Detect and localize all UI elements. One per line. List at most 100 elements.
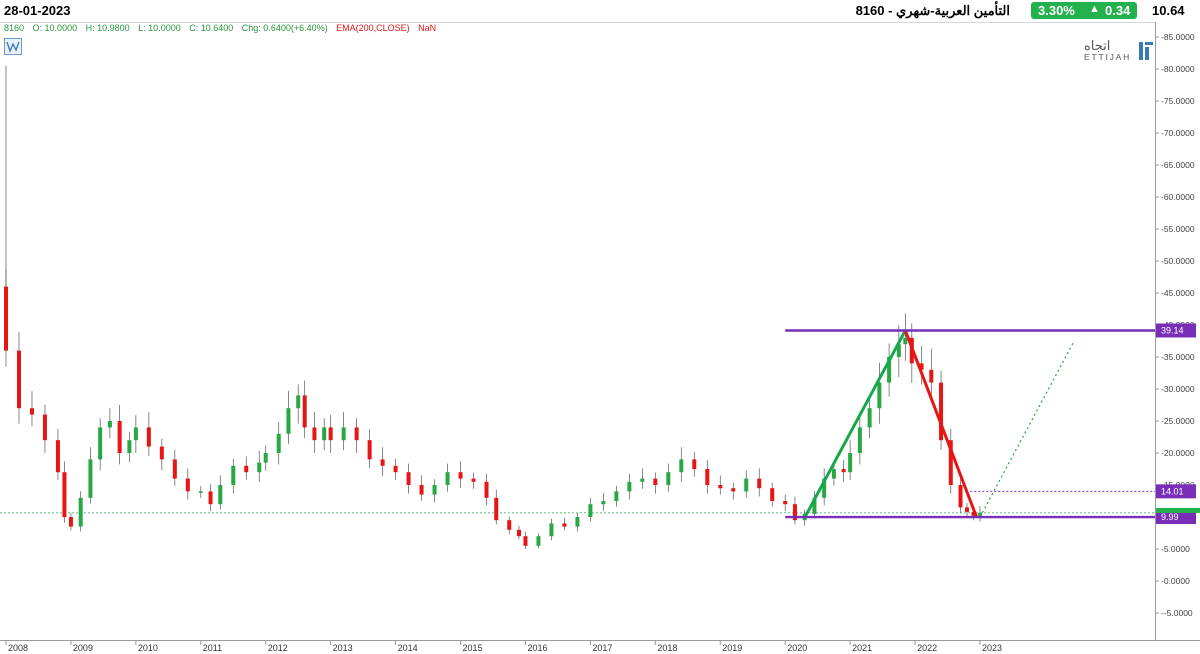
candle-body: [98, 427, 103, 460]
candle-body: [770, 488, 775, 501]
y-tick-label: -45.0000: [1161, 288, 1195, 298]
y-tick-label: -60.0000: [1161, 192, 1195, 202]
y-tick-label: -70.0000: [1161, 128, 1195, 138]
candle-body: [867, 408, 872, 428]
y-tick-label: --5.0000: [1161, 608, 1193, 618]
candle-body: [380, 459, 385, 466]
candle-body: [744, 478, 749, 492]
candle-body: [445, 472, 450, 485]
x-tick-label: 2008: [8, 643, 28, 653]
candle-body: [198, 491, 203, 493]
candle-body: [783, 501, 788, 505]
candle-body: [133, 427, 138, 441]
candle-body: [841, 469, 846, 473]
candle-body: [640, 478, 645, 482]
candle-body: [406, 472, 411, 485]
candle-body: [705, 469, 710, 485]
x-tick-label: 2013: [333, 643, 353, 653]
candle-body: [208, 491, 213, 505]
candle-body: [536, 536, 541, 546]
y-tick-label: -20.0000: [1161, 448, 1195, 458]
candle-body: [484, 481, 489, 498]
candle-body: [692, 459, 697, 469]
candle-body: [877, 382, 882, 409]
candle-body: [218, 485, 223, 505]
candle-body: [666, 472, 671, 485]
x-tick-label: 2019: [722, 643, 742, 653]
candle-body: [523, 536, 528, 546]
x-tick-label: 2014: [398, 643, 418, 653]
y-tick-label: -55.0000: [1161, 224, 1195, 234]
candle-body: [516, 529, 521, 537]
trend-line: [903, 329, 979, 519]
candle-body: [432, 485, 437, 495]
candle-body: [857, 427, 862, 453]
candle-body: [302, 395, 307, 428]
x-tick-label: 2009: [73, 643, 93, 653]
y-tick-label: -65.0000: [1161, 160, 1195, 170]
candle-body: [296, 395, 301, 409]
candle-body: [458, 472, 463, 479]
candle-body: [588, 504, 593, 517]
trend-line: [979, 340, 1075, 518]
candle-body: [127, 440, 132, 453]
candle-body: [62, 472, 67, 517]
candle-body: [757, 478, 762, 489]
candle-body: [117, 421, 122, 453]
candle-body: [471, 478, 476, 482]
candle-body: [965, 507, 970, 512]
candle-body: [494, 497, 499, 521]
x-tick-label: 2018: [657, 643, 677, 653]
candle-body: [16, 350, 21, 409]
y-tick-label: -25.0000: [1161, 416, 1195, 426]
candle-body: [549, 523, 554, 537]
candle-body: [731, 488, 736, 492]
candle-body: [601, 501, 606, 505]
candle-body: [172, 459, 177, 479]
x-tick-label: 2010: [138, 643, 158, 653]
price-chart[interactable]: --5.0000-0.0000-5.0000-10.0000-15.0000-2…: [0, 0, 1200, 654]
y-tick-label: -35.0000: [1161, 352, 1195, 362]
candle-body: [614, 491, 619, 501]
x-tick-label: 2012: [268, 643, 288, 653]
candle-body: [354, 427, 359, 441]
candle-body: [575, 517, 580, 527]
trend-line: [803, 329, 907, 519]
level-label: 9.99: [1161, 512, 1179, 522]
candle-body: [29, 408, 34, 415]
current-price-marker: [1156, 507, 1200, 513]
candle-body: [312, 427, 317, 441]
candle-body: [903, 337, 908, 345]
x-tick-label: 2022: [917, 643, 937, 653]
candle-body: [78, 497, 83, 527]
level-label: 14.01: [1161, 486, 1184, 496]
candle-body: [929, 369, 934, 383]
candle-body: [848, 453, 853, 473]
candle-body: [562, 523, 567, 527]
x-tick-label: 2015: [463, 643, 483, 653]
candle-body: [146, 427, 151, 447]
candle-body: [55, 440, 60, 473]
candle-body: [341, 427, 346, 441]
candle-body: [88, 459, 93, 498]
candle-body: [231, 465, 236, 485]
y-tick-label: -30.0000: [1161, 384, 1195, 394]
candle-body: [958, 485, 963, 508]
y-tick-label: -85.0000: [1161, 32, 1195, 42]
x-tick-label: 2020: [787, 643, 807, 653]
candle-body: [978, 512, 982, 516]
candle-body: [185, 478, 190, 492]
x-tick-label: 2021: [852, 643, 872, 653]
candle-body: [367, 440, 372, 460]
candle-body: [322, 427, 327, 441]
y-tick-label: -0.0000: [1161, 576, 1190, 586]
candle-body: [653, 478, 658, 485]
candle-body: [159, 446, 164, 460]
y-axis-panel: [1155, 22, 1200, 654]
level-label: 39.14: [1161, 326, 1184, 336]
candle-body: [257, 462, 262, 473]
candle-body: [42, 414, 47, 441]
y-tick-label: -80.0000: [1161, 64, 1195, 74]
x-tick-label: 2011: [203, 643, 222, 653]
candle-body: [4, 286, 8, 351]
